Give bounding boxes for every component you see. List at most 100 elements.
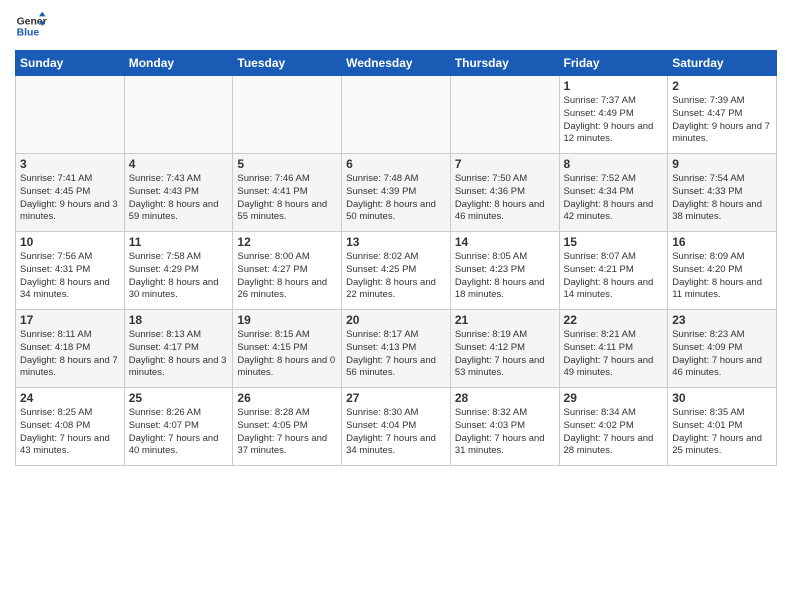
day-header-tuesday: Tuesday [233, 51, 342, 76]
day-number: 10 [20, 235, 120, 249]
day-number: 30 [672, 391, 772, 405]
calendar-cell [16, 76, 125, 154]
day-info: Sunrise: 8:23 AM Sunset: 4:09 PM Dayligh… [672, 329, 772, 380]
calendar-cell: 11 Sunrise: 7:58 AM Sunset: 4:29 PM Dayli… [124, 232, 233, 310]
calendar-cell: 12Sunrise: 8:00 AM Sunset: 4:27 PM Dayli… [233, 232, 342, 310]
calendar-cell: 14Sunrise: 8:05 AM Sunset: 4:23 PM Dayli… [450, 232, 559, 310]
day-number: 18 [129, 313, 229, 327]
week-row-0: 1 Sunrise: 7:37 AM Sunset: 4:49 PM Daylig… [16, 76, 777, 154]
page-container: General Blue SundayMondayTuesdayWednesda… [0, 0, 792, 471]
day-number: 27 [346, 391, 446, 405]
calendar-cell: 20 Sunrise: 8:17 AM Sunset: 4:13 PM Dayli… [342, 310, 451, 388]
day-info: Sunrise: 7:48 AM Sunset: 4:39 PM Dayligh… [346, 173, 446, 224]
calendar-cell: 18 Sunrise: 8:13 AM Sunset: 4:17 PM Dayli… [124, 310, 233, 388]
calendar-cell: 25 Sunrise: 8:26 AM Sunset: 4:07 PM Dayli… [124, 388, 233, 466]
calendar-cell: 21 Sunrise: 8:19 AM Sunset: 4:12 PM Dayli… [450, 310, 559, 388]
day-info: Sunrise: 8:19 AM Sunset: 4:12 PM Dayligh… [455, 329, 555, 380]
calendar-cell: 8Sunrise: 7:52 AM Sunset: 4:34 PM Daylig… [559, 154, 668, 232]
calendar-cell: 1 Sunrise: 7:37 AM Sunset: 4:49 PM Daylig… [559, 76, 668, 154]
calendar-cell: 29Sunrise: 8:34 AM Sunset: 4:02 PM Dayli… [559, 388, 668, 466]
day-number: 26 [237, 391, 337, 405]
day-info: Sunrise: 8:17 AM Sunset: 4:13 PM Dayligh… [346, 329, 446, 380]
day-info: Sunrise: 7:37 AM Sunset: 4:49 PM Dayligh… [564, 95, 664, 146]
day-info: Sunrise: 7:41 AM Sunset: 4:45 PM Dayligh… [20, 173, 120, 224]
day-info: Sunrise: 8:07 AM Sunset: 4:21 PM Dayligh… [564, 251, 664, 302]
calendar-cell: 23 Sunrise: 8:23 AM Sunset: 4:09 PM Dayli… [668, 310, 777, 388]
day-number: 21 [455, 313, 555, 327]
calendar-cell: 2 Sunrise: 7:39 AM Sunset: 4:47 PM Daylig… [668, 76, 777, 154]
day-number: 19 [237, 313, 337, 327]
day-info: Sunrise: 8:02 AM Sunset: 4:25 PM Dayligh… [346, 251, 446, 302]
calendar-cell [450, 76, 559, 154]
calendar-cell: 28 Sunrise: 8:32 AM Sunset: 4:03 PM Dayli… [450, 388, 559, 466]
day-number: 28 [455, 391, 555, 405]
day-number: 12 [237, 235, 337, 249]
day-number: 24 [20, 391, 120, 405]
day-number: 11 [129, 235, 229, 249]
day-number: 5 [237, 157, 337, 171]
week-row-4: 24 Sunrise: 8:25 AM Sunset: 4:08 PM Dayli… [16, 388, 777, 466]
calendar-table: SundayMondayTuesdayWednesdayThursdayFrid… [15, 50, 777, 466]
day-number: 29 [564, 391, 664, 405]
calendar-cell: 16 Sunrise: 8:09 AM Sunset: 4:20 PM Dayli… [668, 232, 777, 310]
day-number: 22 [564, 313, 664, 327]
day-info: Sunrise: 7:54 AM Sunset: 4:33 PM Dayligh… [672, 173, 772, 224]
day-header-friday: Friday [559, 51, 668, 76]
day-number: 4 [129, 157, 229, 171]
week-row-3: 17 Sunrise: 8:11 AM Sunset: 4:18 PM Dayli… [16, 310, 777, 388]
calendar-cell: 7 Sunrise: 7:50 AM Sunset: 4:36 PM Daylig… [450, 154, 559, 232]
day-number: 8 [564, 157, 664, 171]
day-info: Sunrise: 7:43 AM Sunset: 4:43 PM Dayligh… [129, 173, 229, 224]
day-info: Sunrise: 7:56 AM Sunset: 4:31 PM Dayligh… [20, 251, 120, 302]
day-number: 13 [346, 235, 446, 249]
day-info: Sunrise: 8:11 AM Sunset: 4:18 PM Dayligh… [20, 329, 120, 380]
day-number: 23 [672, 313, 772, 327]
day-info: Sunrise: 7:58 AM Sunset: 4:29 PM Dayligh… [129, 251, 229, 302]
calendar-cell: 17 Sunrise: 8:11 AM Sunset: 4:18 PM Dayli… [16, 310, 125, 388]
day-number: 6 [346, 157, 446, 171]
day-header-sunday: Sunday [16, 51, 125, 76]
day-number: 17 [20, 313, 120, 327]
header-row: SundayMondayTuesdayWednesdayThursdayFrid… [16, 51, 777, 76]
day-info: Sunrise: 8:30 AM Sunset: 4:04 PM Dayligh… [346, 407, 446, 458]
day-number: 1 [564, 79, 664, 93]
day-info: Sunrise: 8:35 AM Sunset: 4:01 PM Dayligh… [672, 407, 772, 458]
calendar-cell: 30 Sunrise: 8:35 AM Sunset: 4:01 PM Dayli… [668, 388, 777, 466]
calendar-cell [342, 76, 451, 154]
day-info: Sunrise: 8:26 AM Sunset: 4:07 PM Dayligh… [129, 407, 229, 458]
day-info: Sunrise: 7:39 AM Sunset: 4:47 PM Dayligh… [672, 95, 772, 146]
svg-text:Blue: Blue [17, 28, 40, 39]
day-number: 3 [20, 157, 120, 171]
calendar-cell: 24 Sunrise: 8:25 AM Sunset: 4:08 PM Dayli… [16, 388, 125, 466]
calendar-cell: 22 Sunrise: 8:21 AM Sunset: 4:11 PM Dayli… [559, 310, 668, 388]
day-info: Sunrise: 8:25 AM Sunset: 4:08 PM Dayligh… [20, 407, 120, 458]
day-number: 20 [346, 313, 446, 327]
day-info: Sunrise: 8:32 AM Sunset: 4:03 PM Dayligh… [455, 407, 555, 458]
day-info: Sunrise: 8:09 AM Sunset: 4:20 PM Dayligh… [672, 251, 772, 302]
header: General Blue [15, 10, 777, 42]
day-info: Sunrise: 8:15 AM Sunset: 4:15 PM Dayligh… [237, 329, 337, 380]
day-number: 25 [129, 391, 229, 405]
day-info: Sunrise: 8:21 AM Sunset: 4:11 PM Dayligh… [564, 329, 664, 380]
day-info: Sunrise: 8:13 AM Sunset: 4:17 PM Dayligh… [129, 329, 229, 380]
day-info: Sunrise: 8:05 AM Sunset: 4:23 PM Dayligh… [455, 251, 555, 302]
week-row-1: 3 Sunrise: 7:41 AM Sunset: 4:45 PM Daylig… [16, 154, 777, 232]
calendar-cell [124, 76, 233, 154]
day-header-wednesday: Wednesday [342, 51, 451, 76]
calendar-cell: 19 Sunrise: 8:15 AM Sunset: 4:15 PM Dayli… [233, 310, 342, 388]
calendar-cell: 6 Sunrise: 7:48 AM Sunset: 4:39 PM Daylig… [342, 154, 451, 232]
day-info: Sunrise: 7:46 AM Sunset: 4:41 PM Dayligh… [237, 173, 337, 224]
day-number: 15 [564, 235, 664, 249]
logo: General Blue [15, 10, 47, 42]
logo-icon: General Blue [15, 10, 47, 42]
day-header-thursday: Thursday [450, 51, 559, 76]
calendar-cell: 27 Sunrise: 8:30 AM Sunset: 4:04 PM Dayli… [342, 388, 451, 466]
calendar-cell: 13 Sunrise: 8:02 AM Sunset: 4:25 PM Dayli… [342, 232, 451, 310]
day-number: 16 [672, 235, 772, 249]
day-info: Sunrise: 7:50 AM Sunset: 4:36 PM Dayligh… [455, 173, 555, 224]
day-number: 2 [672, 79, 772, 93]
day-number: 7 [455, 157, 555, 171]
calendar-cell [233, 76, 342, 154]
day-header-saturday: Saturday [668, 51, 777, 76]
calendar-cell: 15 Sunrise: 8:07 AM Sunset: 4:21 PM Dayli… [559, 232, 668, 310]
